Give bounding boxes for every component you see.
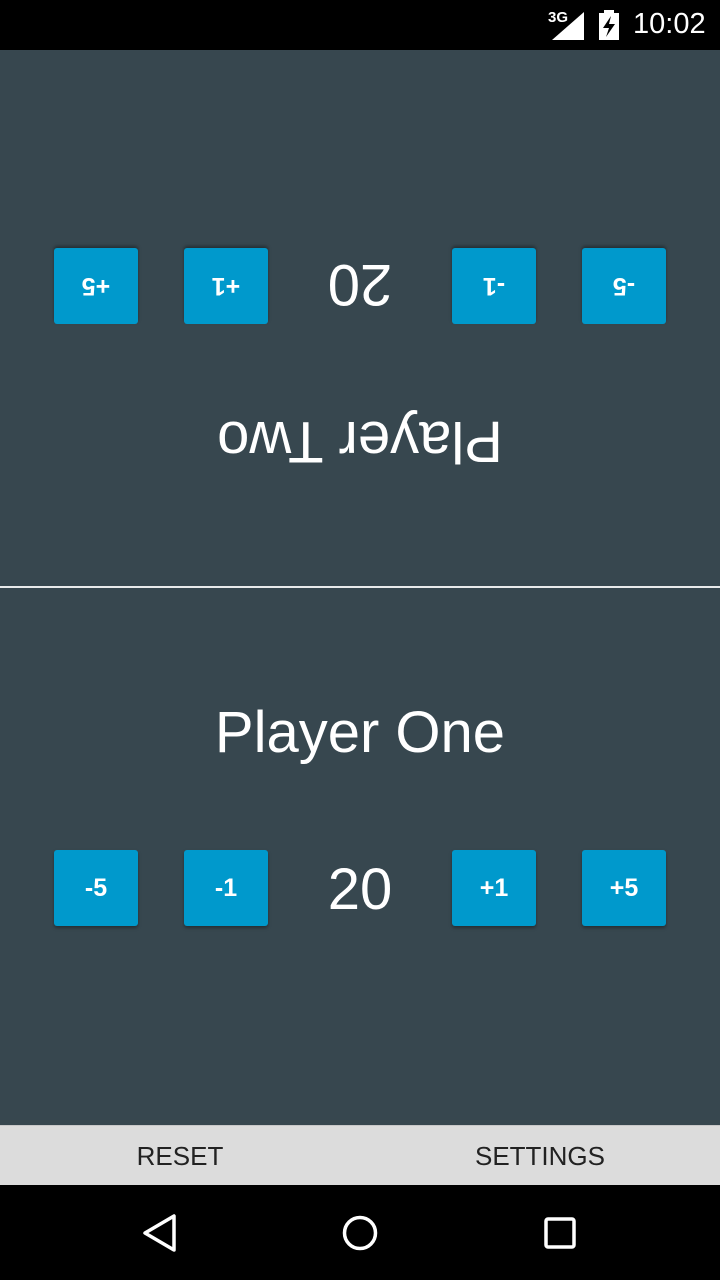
signal-icon [552, 12, 584, 40]
player-one-life-controls: -5 -1 20 +1 +5 [0, 850, 720, 926]
player-one-name: Player One [214, 700, 506, 765]
player-two-minus1-button[interactable]: -1 [452, 248, 536, 324]
player-one-panel: Player One -5 -1 20 +1 +5 [0, 588, 720, 1125]
home-icon[interactable] [340, 1213, 380, 1253]
player-two-life-total: 20 [327, 252, 393, 317]
navigation-bar [0, 1185, 720, 1280]
player-two-panel: Player Two -5 -1 20 +1 +5 [0, 50, 720, 586]
player-two-plus5-button[interactable]: +5 [54, 248, 138, 324]
battery-charging-icon [599, 10, 619, 40]
back-icon[interactable] [140, 1213, 180, 1253]
player-one-plus1-button[interactable]: +1 [452, 850, 536, 926]
player-one-minus5-button[interactable]: -5 [54, 850, 138, 926]
recents-icon[interactable] [540, 1213, 580, 1253]
clock: 10:02 [633, 8, 706, 40]
player-one-life-total: 20 [327, 857, 393, 922]
settings-button[interactable]: SETTINGS [390, 1126, 690, 1186]
player-one-plus5-button[interactable]: +5 [582, 850, 666, 926]
player-two-minus5-button[interactable]: -5 [582, 248, 666, 324]
player-two-plus1-button[interactable]: +1 [184, 248, 268, 324]
player-two-name: Player Two [217, 409, 503, 474]
player-one-minus1-button[interactable]: -1 [184, 850, 268, 926]
bottom-action-bar: RESET SETTINGS [0, 1125, 720, 1185]
status-bar: 3G 10:02 [0, 0, 720, 50]
reset-button[interactable]: RESET [30, 1126, 330, 1186]
player-two-life-controls: -5 -1 20 +1 +5 [0, 248, 720, 324]
